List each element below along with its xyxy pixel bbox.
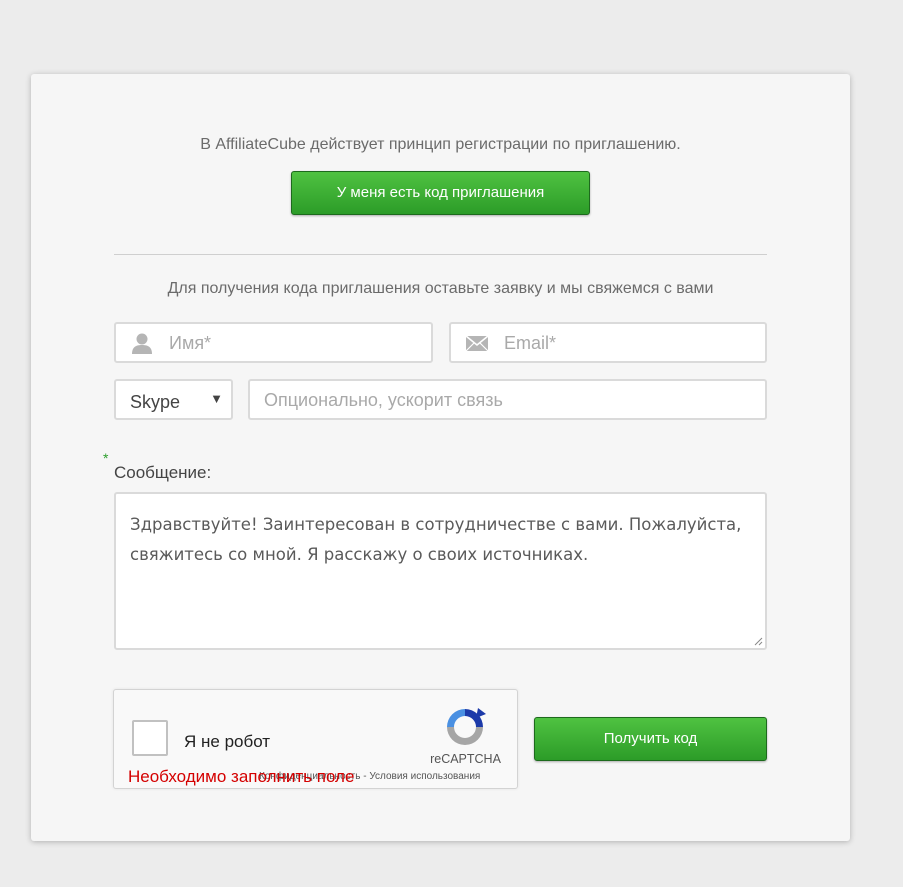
recaptcha-label: Я не робот (184, 732, 271, 751)
contact-input[interactable]: Опционально, ускорит связь (248, 379, 767, 420)
divider (114, 254, 767, 255)
recaptcha-brand: reCAPTCHA (430, 752, 501, 766)
required-asterisk: * (103, 450, 109, 466)
intro-text: В AffiliateCube действует принцип регист… (200, 136, 681, 153)
message-label: Сообщение: (114, 463, 212, 482)
name-input[interactable]: Имя* (114, 322, 433, 363)
message-textarea[interactable]: Здравствуйте! Заинтересован в сотрудниче… (114, 492, 767, 650)
email-input[interactable]: Email* (449, 322, 767, 363)
recaptcha-widget: Я не робот reCAPTCHA Конфиденциальность … (113, 689, 518, 789)
name-placeholder: Имя* (169, 333, 212, 353)
triangle-down-icon: ▼ (210, 391, 223, 406)
recaptcha-checkbox[interactable] (132, 720, 168, 756)
messenger-select-value: Skype (130, 392, 181, 412)
captcha-error-message: Необходимо заполнить поле (128, 767, 355, 786)
user-icon (132, 333, 152, 354)
email-placeholder: Email* (504, 333, 557, 353)
recaptcha-logo-icon (447, 708, 486, 745)
have-invite-code-button[interactable]: У меня есть код приглашения (291, 171, 590, 215)
get-code-button[interactable]: Получить код (534, 717, 767, 761)
request-subtitle: Для получения кода приглашения оставьте … (167, 280, 714, 297)
messenger-select[interactable]: Skype ▼ (114, 379, 233, 420)
registration-card: В AffiliateCube действует принцип регист… (31, 74, 850, 841)
message-text: Здравствуйте! Заинтересован в сотрудниче… (130, 515, 742, 564)
contact-placeholder: Опционально, ускорит связь (264, 390, 503, 410)
envelope-icon (465, 335, 489, 352)
resize-handle-icon[interactable] (753, 636, 763, 646)
